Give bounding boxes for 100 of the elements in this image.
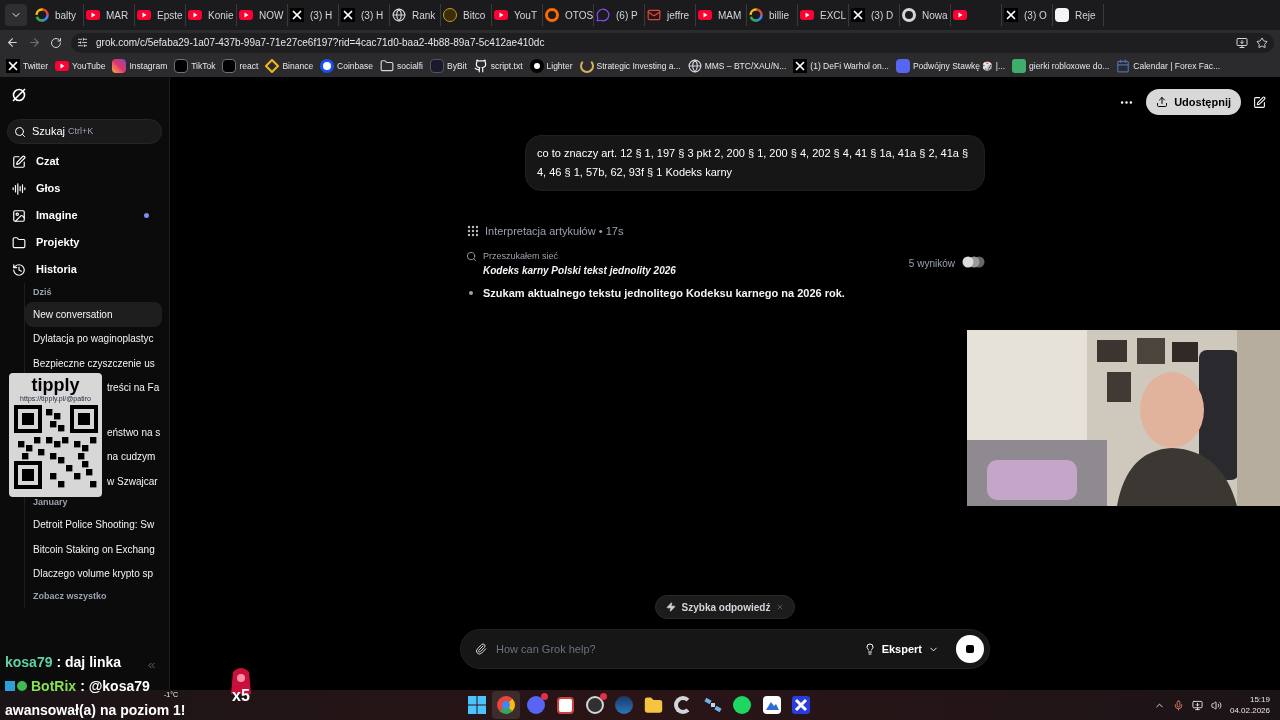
quick-answer-chip[interactable]: Szybka odpowiedź — [654, 595, 796, 619]
nav-item[interactable]: Historia — [7, 256, 162, 283]
tab-title: MAR — [106, 8, 129, 23]
bookmark[interactable]: Podwójny Stawkę 🎲 |... — [895, 59, 1006, 73]
globe-icon — [687, 59, 702, 73]
history-item[interactable]: w Szwajcar — [105, 471, 160, 492]
attach-icon[interactable] — [475, 643, 487, 655]
bookmark[interactable]: TikTok — [174, 59, 216, 73]
dots-grid-icon — [467, 225, 479, 238]
bookmark[interactable]: Binance — [265, 59, 314, 73]
history-item[interactable]: na cudzym — [105, 446, 158, 467]
bookmark[interactable]: Calendar | Forex Fac... — [1116, 59, 1221, 73]
browser-tab[interactable] — [951, 4, 1002, 26]
browser-tab[interactable]: MAM — [696, 4, 747, 26]
browser-tab[interactable]: (3) H — [339, 4, 390, 26]
tab-title: Konie — [208, 8, 234, 23]
audio-lines-icon — [12, 181, 26, 196]
upload-icon — [1156, 96, 1169, 108]
search-label: Szukaj — [32, 124, 66, 140]
browser-tab[interactable]: OTOS — [543, 4, 594, 26]
nav-item[interactable]: Projekty — [7, 229, 162, 256]
browser-tab[interactable]: (3) O — [1002, 4, 1053, 26]
history-item[interactable]: Dylatacja po waginoplastyc — [25, 326, 162, 351]
history-item[interactable]: Detroit Police Shooting: Sw — [25, 512, 162, 537]
taskbar-app[interactable] — [492, 691, 521, 719]
see-all-link[interactable]: Zobacz wszystko — [25, 586, 162, 608]
bookmark-label: react — [239, 59, 259, 73]
bookmark[interactable]: script.txt — [473, 59, 523, 73]
volume-icon[interactable] — [1210, 699, 1222, 711]
browser-tab[interactable]: Nowa — [900, 4, 951, 26]
globe-icon — [392, 8, 406, 22]
history-item[interactable]: Dlaczego volume krypto sp — [25, 561, 162, 586]
share-button[interactable]: Udostępnij — [1146, 89, 1241, 115]
video-play-icon — [953, 8, 967, 22]
browser-tab[interactable]: EXCL — [798, 4, 849, 26]
forward-icon[interactable] — [28, 36, 41, 49]
tab-title: (3) D — [871, 8, 894, 23]
bookmark[interactable]: Lighter — [529, 59, 573, 73]
thinking-title[interactable]: Interpretacja artykułów • 17s — [485, 223, 624, 240]
bookmark[interactable]: ByBit — [430, 59, 467, 73]
history-item[interactable]: Bezpieczne czyszczenie us — [25, 351, 162, 376]
collapse-icon[interactable] — [146, 660, 157, 671]
bookmark[interactable]: Strategic Investing a... — [579, 59, 681, 73]
browser-tab[interactable]: Konie — [186, 4, 237, 26]
bookmark-label: Calendar | Forex Fac... — [1133, 59, 1221, 73]
image-icon — [12, 208, 26, 223]
bookmark[interactable]: socialfi — [380, 59, 423, 73]
microphone-icon[interactable] — [1172, 699, 1184, 711]
browser-tab[interactable]: billie — [747, 4, 798, 26]
history-item[interactable]: eństwo na s — [105, 422, 163, 443]
folder-icon — [644, 695, 664, 715]
history-item[interactable]: New conversation — [25, 302, 162, 327]
bookmark-star-icon[interactable] — [1256, 36, 1268, 49]
cross-app-icon — [792, 696, 811, 714]
bookmark[interactable]: gierki robloxowe do... — [1012, 59, 1110, 73]
nav-item[interactable]: Imagine — [7, 202, 162, 229]
bookmark[interactable]: (1) DeFi Warhol on... — [793, 59, 889, 73]
browser-tab[interactable]: Rank — [390, 4, 441, 26]
browser-tab[interactable]: MAR — [84, 4, 135, 26]
browser-tab[interactable]: YouT — [492, 4, 543, 26]
bookmark[interactable]: Instagram — [112, 59, 168, 73]
bookmark[interactable]: Coinbase — [320, 59, 374, 73]
bookmark[interactable]: Twitter — [6, 59, 49, 73]
prompt-field[interactable]: How can Grok help? Ekspert — [460, 629, 990, 669]
history-item[interactable]: Bitcoin Staking on Exchang — [25, 537, 162, 562]
browser-tab[interactable]: jeffre — [645, 4, 696, 26]
browser-tab[interactable]: balty — [33, 4, 84, 26]
tab-list-button[interactable] — [5, 4, 27, 26]
address-bar[interactable]: grok.com/c/5efaba29-1a07-437b-99a7-71e27ce6f197?rid=4cac71d0-baa2-4b88-89a7-5c412ae410dc — [71, 32, 1274, 53]
tab-title: (6) P — [616, 8, 638, 23]
browser-tab[interactable]: (3) D — [849, 4, 900, 26]
bookmark[interactable]: MMS – BTC/XAU/N... — [687, 59, 787, 73]
reload-icon[interactable] — [50, 36, 62, 49]
stop-button[interactable] — [956, 635, 984, 663]
windows-logo-icon — [467, 696, 486, 714]
new-chat-icon[interactable] — [1253, 95, 1266, 109]
browser-tab[interactable]: NOW — [237, 4, 288, 26]
tab-title: MAM — [718, 8, 742, 23]
browser-tab[interactable]: Epste — [135, 4, 186, 26]
tab-title: Reje — [1075, 8, 1096, 23]
clock[interactable]: 15:19 04.02.2026 — [1229, 694, 1270, 716]
folder-icon — [380, 59, 395, 73]
results-count[interactable]: 5 wyników — [908, 255, 955, 271]
bookmark-label: socialfi — [397, 59, 423, 73]
nav-item[interactable]: Czat — [7, 148, 162, 175]
network-icon[interactable] — [1191, 699, 1203, 711]
browser-tab[interactable]: (3) H — [288, 4, 339, 26]
mode-selector[interactable]: Ekspert — [863, 640, 939, 658]
diamond-icon — [265, 59, 280, 73]
browser-tab[interactable]: Bitco — [441, 4, 492, 26]
nav-item[interactable]: Głos — [7, 175, 162, 202]
bookmark[interactable]: react — [222, 59, 259, 73]
tab-title: NOW — [259, 8, 284, 23]
install-app-icon[interactable] — [1236, 36, 1248, 49]
browser-tab[interactable]: (6) P — [594, 4, 645, 26]
history-item[interactable]: treści na Fa — [105, 377, 162, 398]
bookmark[interactable]: YouTube — [55, 59, 106, 73]
browser-tab[interactable]: Reje — [1053, 4, 1104, 26]
back-icon[interactable] — [6, 36, 19, 49]
search-field[interactable]: Szukaj Ctrl+K — [7, 119, 162, 144]
